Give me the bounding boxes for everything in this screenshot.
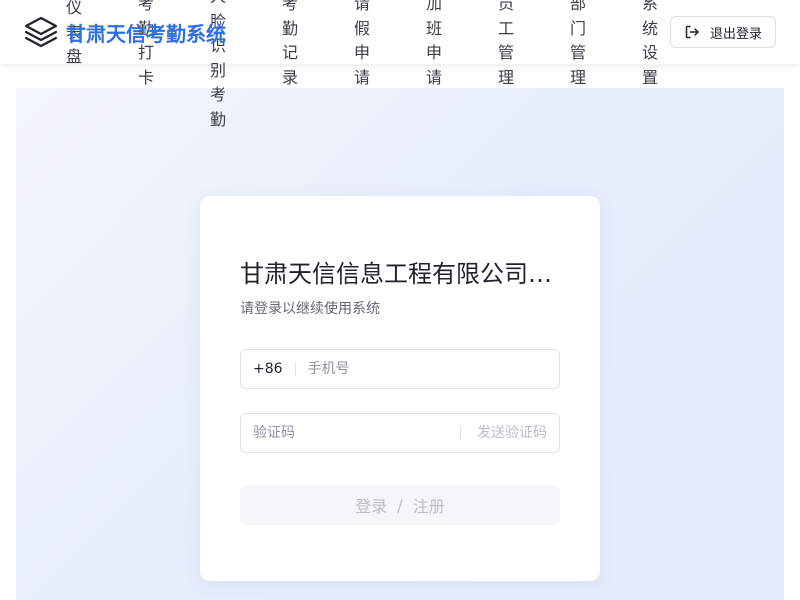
- send-code-button[interactable]: 发送验证码: [460, 426, 559, 440]
- phone-field[interactable]: +86: [240, 349, 560, 389]
- code-field[interactable]: 发送验证码: [240, 413, 560, 453]
- submit-separator: /: [397, 495, 403, 515]
- logout-icon: [685, 25, 699, 39]
- layers-icon[interactable]: [22, 14, 60, 50]
- logout-label: 退出登录: [709, 26, 762, 42]
- login-card: 甘肃天信信息工程有限公司考勤系统 请登录以继续使用系统 +86 发送验证码 登录…: [200, 196, 600, 581]
- login-register-button[interactable]: 登录 / 注册: [240, 485, 560, 525]
- login-subtitle: 请登录以继续使用系统: [240, 301, 380, 317]
- logout-button[interactable]: 退出登录: [670, 16, 776, 48]
- login-title: 甘肃天信信息工程有限公司考勤系统: [240, 260, 560, 288]
- nav-item-dept[interactable]: 部门管理: [568, 0, 588, 90]
- nav-item-staff[interactable]: 员工管理: [496, 0, 516, 90]
- phone-prefix[interactable]: +86: [241, 362, 296, 376]
- login-label: 登录: [355, 497, 388, 516]
- nav-item-leave[interactable]: 请假申请: [352, 0, 372, 90]
- phone-input[interactable]: [295, 350, 559, 388]
- nav-item-records[interactable]: 考勤记录: [280, 0, 300, 90]
- nav-item-overtime[interactable]: 加班申请: [424, 0, 444, 90]
- register-label: 注册: [412, 497, 445, 516]
- nav-item-settings[interactable]: 系统设置: [640, 0, 660, 90]
- code-input[interactable]: [241, 414, 460, 452]
- brand-title[interactable]: 甘肃天信考勤系统: [66, 18, 226, 47]
- top-header: 甘肃天信考勤系统 仪表盘 考勤打卡 人脸识别考勤 考勤记录 请假申请 加班申请 …: [0, 0, 800, 129]
